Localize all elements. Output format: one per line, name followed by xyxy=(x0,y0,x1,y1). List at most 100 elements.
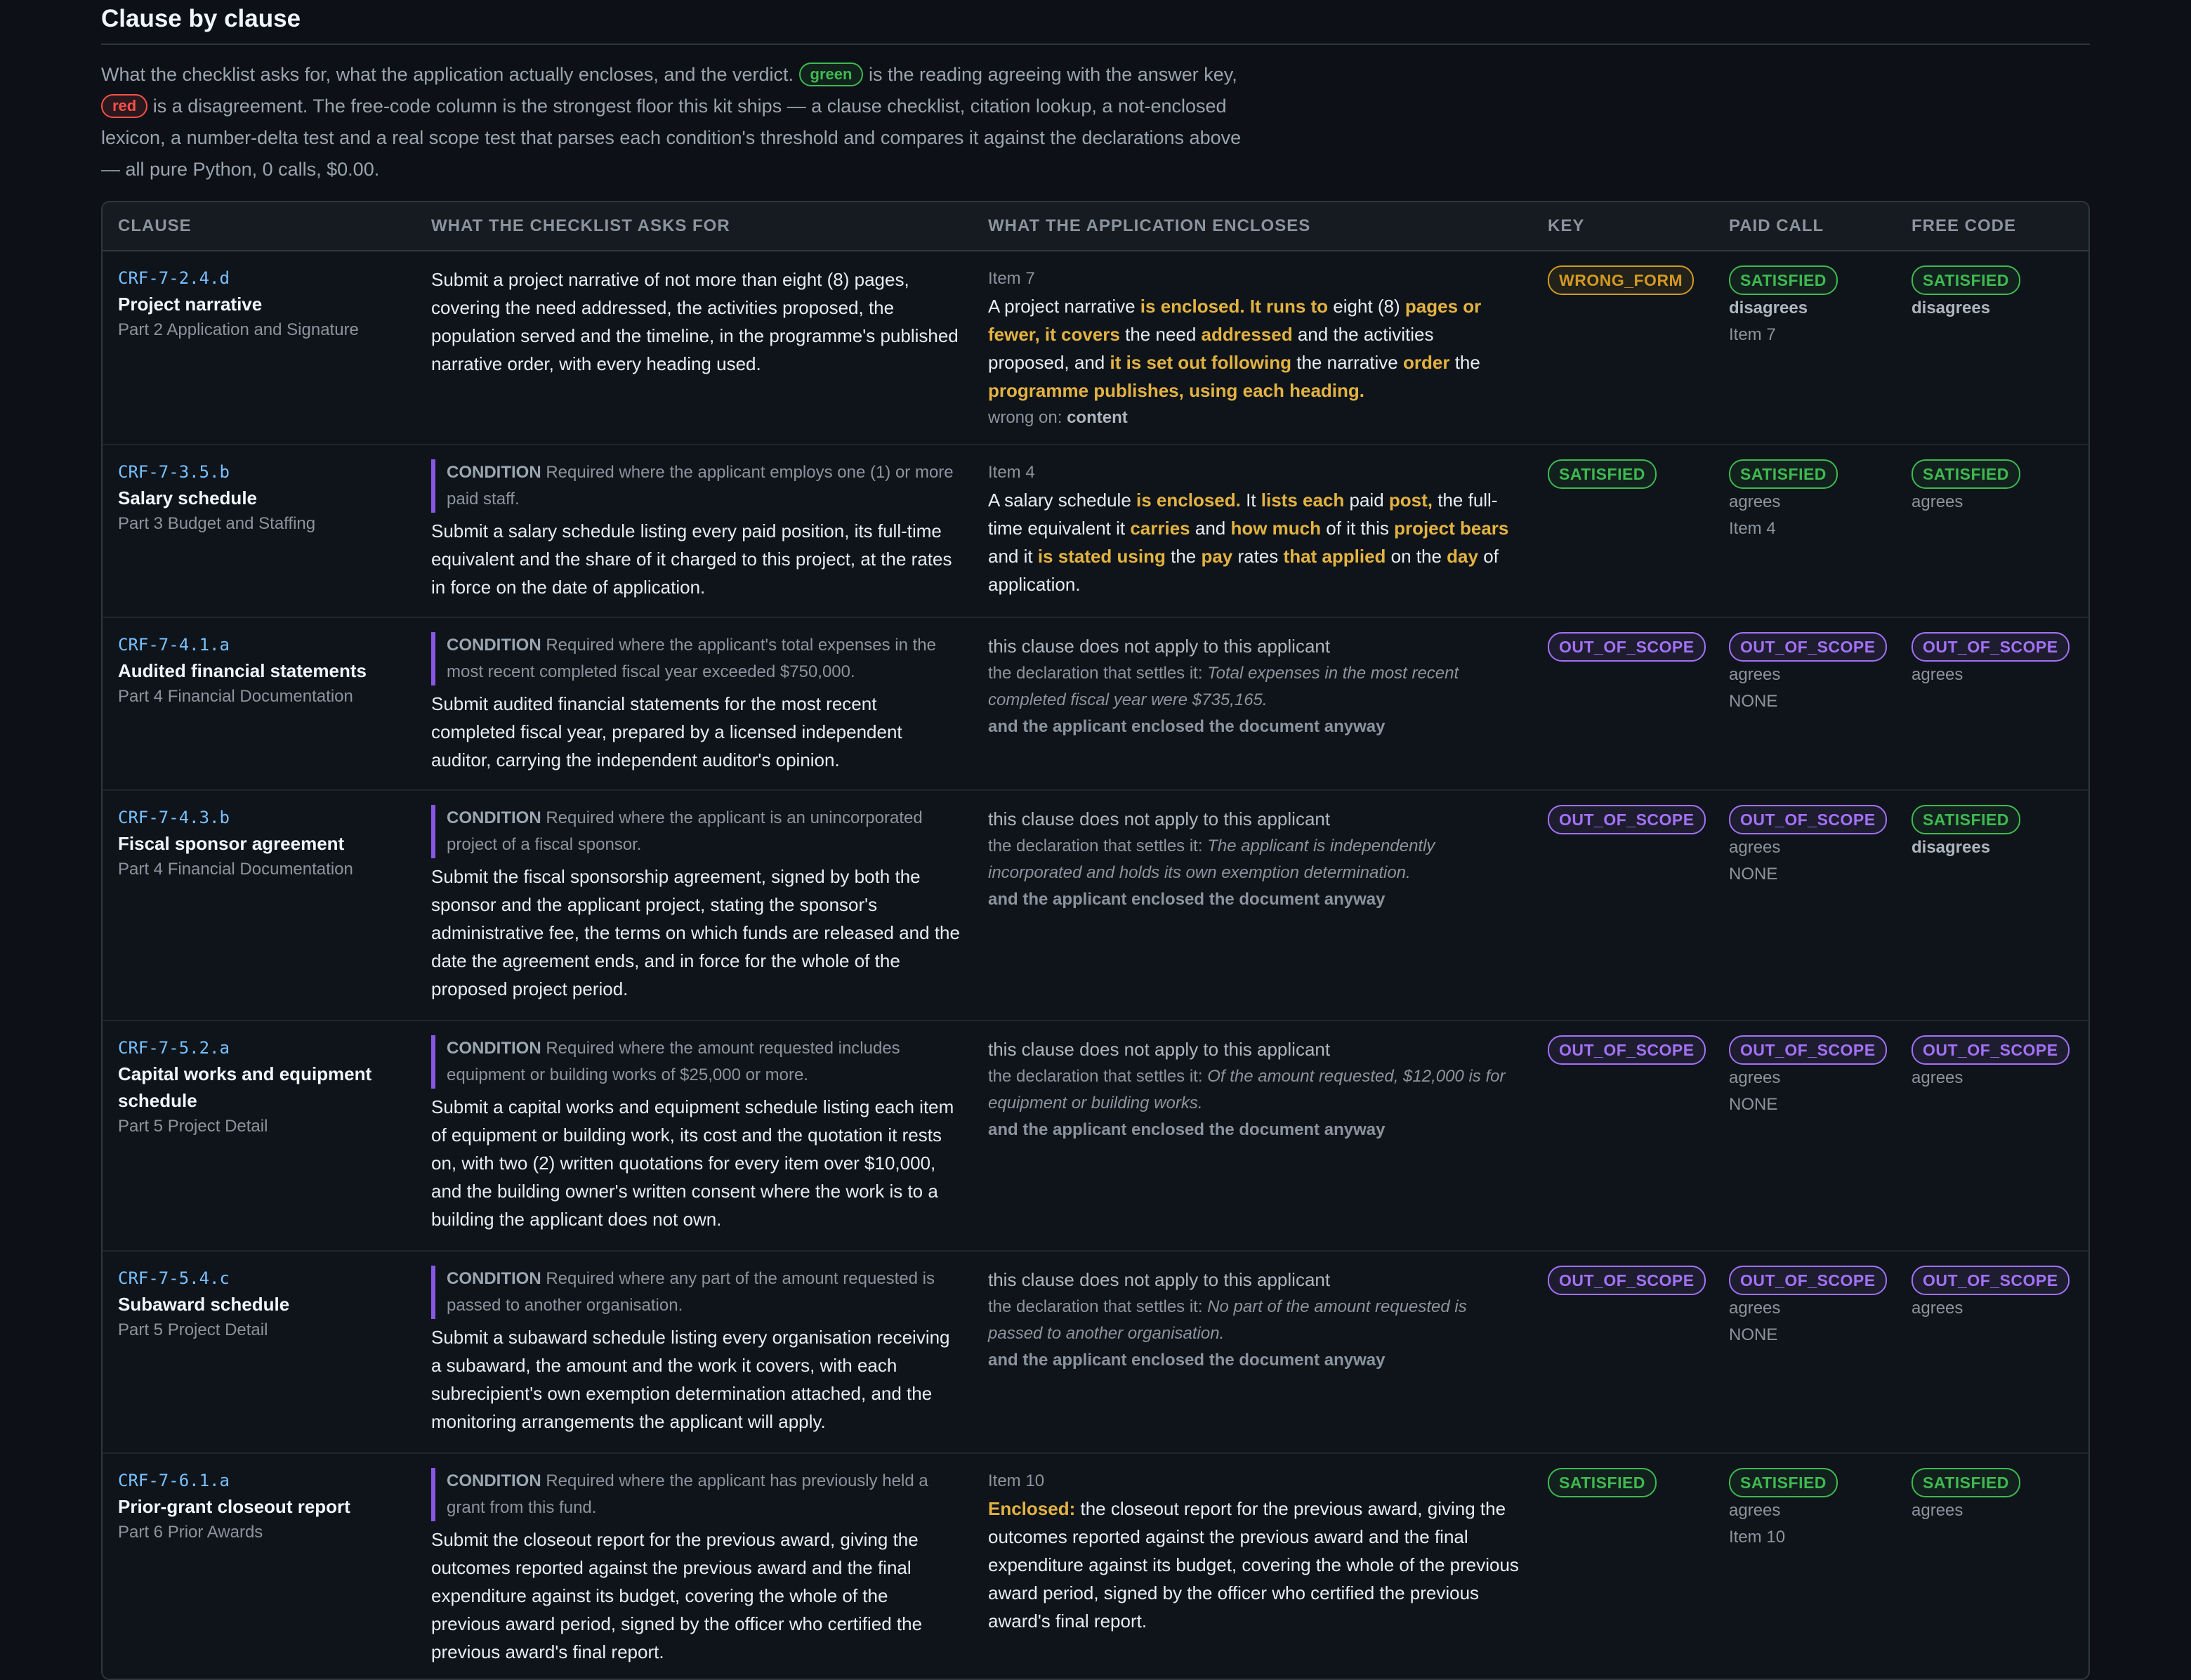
paid-verdict: agrees xyxy=(1729,665,1781,684)
paid-call-badge: OUT_OF_SCOPE xyxy=(1729,805,1887,834)
condition-label: CONDITION xyxy=(447,808,541,827)
asks-text: Submit a salary schedule listing every p… xyxy=(431,520,952,598)
clause-part: Part 5 Project Detail xyxy=(118,1117,268,1136)
paid-call-badge: OUT_OF_SCOPE xyxy=(1729,632,1887,662)
highlighted-phrase: day xyxy=(1447,546,1478,567)
paid-call-badge: SATISFIED xyxy=(1729,1468,1838,1497)
clause-name: Fiscal sponsor agreement xyxy=(118,833,345,854)
enclosed-phrase: rates xyxy=(1232,546,1284,567)
table-row: CRF-7-4.1.a Audited financial statements P… xyxy=(103,618,2088,791)
highlighted-phrase: carries xyxy=(1130,518,1190,539)
free-code-badge: SATISFIED xyxy=(1912,265,2020,295)
section-intro: What the checklist asks for, what the ap… xyxy=(101,59,1253,185)
encloses-cell: this clause does not apply to this appli… xyxy=(988,1266,1548,1452)
settles-label: the declaration that settles it: xyxy=(988,1067,1203,1086)
condition-block: CONDITION Required where the applicant i… xyxy=(431,805,960,858)
enclosed-text: Enclosed: the closeout report for the pr… xyxy=(988,1495,1520,1635)
highlighted-phrase: order xyxy=(1403,352,1450,373)
highlighted-phrase: that applied xyxy=(1283,546,1386,567)
highlighted-phrase: Enclosed: xyxy=(988,1498,1076,1519)
item-ref: Item 4 xyxy=(988,463,1035,482)
free-verdict: agrees xyxy=(1912,1068,1963,1087)
enclosed-phrase: the xyxy=(1165,546,1202,567)
free-code-cell: OUT_OF_SCOPEagrees xyxy=(1912,1266,2080,1452)
asks-cell: CONDITION Required where any part of the… xyxy=(431,1266,988,1452)
free-code-badge: OUT_OF_SCOPE xyxy=(1912,1266,2070,1295)
clause-cell: CRF-7-2.4.d Project narrative Part 2 Appli… xyxy=(103,265,431,444)
highlighted-phrase: it is set out following xyxy=(1110,352,1292,373)
table-row: CRF-7-3.5.b Salary schedule Part 3 Budget … xyxy=(103,445,2088,618)
free-verdict: agrees xyxy=(1912,1299,1963,1318)
asks-text: Submit the fiscal sponsorship agreement,… xyxy=(431,866,960,999)
clause-by-clause-section: Clause by clause What the checklist asks… xyxy=(0,0,2191,1680)
enclosed-anyway-note: and the applicant enclosed the document … xyxy=(988,1120,1386,1139)
asks-cell: CONDITION Required where the applicant e… xyxy=(431,459,988,617)
condition-label: CONDITION xyxy=(447,463,541,482)
encloses-cell: Item 10 Enclosed: the closeout report for… xyxy=(988,1468,1548,1679)
clause-part: Part 6 Prior Awards xyxy=(118,1523,263,1542)
clause-table: CLAUSE WHAT THE CHECKLIST ASKS FOR WHAT … xyxy=(101,201,2090,1680)
enclosed-phrase: the xyxy=(1449,352,1480,373)
settles-label: the declaration that settles it: xyxy=(988,664,1203,683)
paid-citation: Item 4 xyxy=(1729,519,1776,538)
highlighted-phrase: post, xyxy=(1388,490,1433,511)
red-chip: red xyxy=(101,94,148,118)
free-code-cell: SATISFIED disagrees xyxy=(1912,265,2080,444)
clause-name: Prior-grant closeout report xyxy=(118,1496,350,1517)
key-badge: OUT_OF_SCOPE xyxy=(1548,1035,1706,1065)
condition-block: CONDITION Required where the applicant h… xyxy=(431,1468,960,1521)
enclosed-phrase: the narrative xyxy=(1291,352,1403,373)
free-code-badge: OUT_OF_SCOPE xyxy=(1912,632,2070,662)
paid-verdict: agrees xyxy=(1729,1501,1781,1520)
wrong-on-note: wrong on: content xyxy=(988,405,1520,431)
condition-label: CONDITION xyxy=(447,1471,541,1490)
encloses-cell: this clause does not apply to this appli… xyxy=(988,805,1548,1020)
condition-label: CONDITION xyxy=(447,1039,541,1058)
clause-part: Part 5 Project Detail xyxy=(118,1320,268,1339)
not-apply-text: this clause does not apply to this appli… xyxy=(988,808,1331,829)
clause-name: Salary schedule xyxy=(118,487,257,508)
enclosed-anyway-note: and the applicant enclosed the document … xyxy=(988,1351,1386,1370)
clause-name: Audited financial statements xyxy=(118,660,367,681)
clause-part: Part 2 Application and Signature xyxy=(118,320,359,339)
enclosed-phrase: A project narrative xyxy=(988,296,1140,317)
clause-code: CRF-7-2.4.d xyxy=(118,268,230,288)
enclosed-phrase: A salary schedule xyxy=(988,490,1137,511)
condition-block: CONDITION Required where the applicant e… xyxy=(431,459,960,513)
asks-cell: CONDITION Required where the applicant's… xyxy=(431,632,988,789)
clause-name: Capital works and equipment schedule xyxy=(118,1063,372,1111)
highlighted-phrase: is enclosed. It runs to xyxy=(1140,296,1329,317)
clause-cell: CRF-7-3.5.b Salary schedule Part 3 Budget … xyxy=(103,459,431,617)
settles-label: the declaration that settles it: xyxy=(988,1297,1203,1316)
highlighted-phrase: pay xyxy=(1201,546,1233,567)
encloses-cell: Item 4 A salary schedule is enclosed. It … xyxy=(988,459,1548,617)
key-cell: OUT_OF_SCOPE xyxy=(1548,805,1729,1020)
table-header: CLAUSE WHAT THE CHECKLIST ASKS FOR WHAT … xyxy=(103,202,2088,251)
paid-call-cell: SATISFIED agrees Item 4 xyxy=(1729,459,1912,617)
item-ref: Item 10 xyxy=(988,1471,1045,1490)
clause-code: CRF-7-5.2.a xyxy=(118,1038,230,1058)
intro-text-2: is the reading agreeing with the answer … xyxy=(868,64,1237,85)
free-verdict: agrees xyxy=(1912,492,1963,511)
key-badge: OUT_OF_SCOPE xyxy=(1548,805,1706,834)
table-body: CRF-7-2.4.d Project narrative Part 2 Appli… xyxy=(103,251,2088,1679)
enclosed-phrase: eight (8) xyxy=(1328,296,1405,317)
settling-declaration: the declaration that settles it: Of the … xyxy=(988,1063,1520,1117)
free-code-cell: SATISFIED agrees xyxy=(1912,1468,2080,1679)
asks-text: Submit a subaward schedule listing every… xyxy=(431,1327,950,1432)
paid-call-cell: OUT_OF_SCOPE agrees NONE xyxy=(1729,632,1912,789)
condition-label: CONDITION xyxy=(447,636,541,655)
free-code-cell: OUT_OF_SCOPE agrees xyxy=(1912,632,2080,789)
enclosed-text: A project narrative is enclosed. It runs… xyxy=(988,292,1520,405)
enclosed-phrase: It xyxy=(1240,490,1261,511)
highlighted-phrase: addressed xyxy=(1201,324,1293,345)
enclosed-phrase: the need xyxy=(1119,324,1202,345)
encloses-cell: this clause does not apply to this appli… xyxy=(988,632,1548,789)
free-code-badge: SATISFIED xyxy=(1912,1468,2020,1497)
key-cell: OUT_OF_SCOPE xyxy=(1548,1035,1729,1250)
clause-cell: CRF-7-4.3.b Fiscal sponsor agreement Part … xyxy=(103,805,431,1020)
intro-text-3: is a disagreement. The free-code column … xyxy=(101,96,1242,180)
free-verdict: agrees xyxy=(1912,1501,1963,1520)
highlighted-phrase: lists each xyxy=(1261,490,1345,511)
key-badge: OUT_OF_SCOPE xyxy=(1548,632,1706,662)
